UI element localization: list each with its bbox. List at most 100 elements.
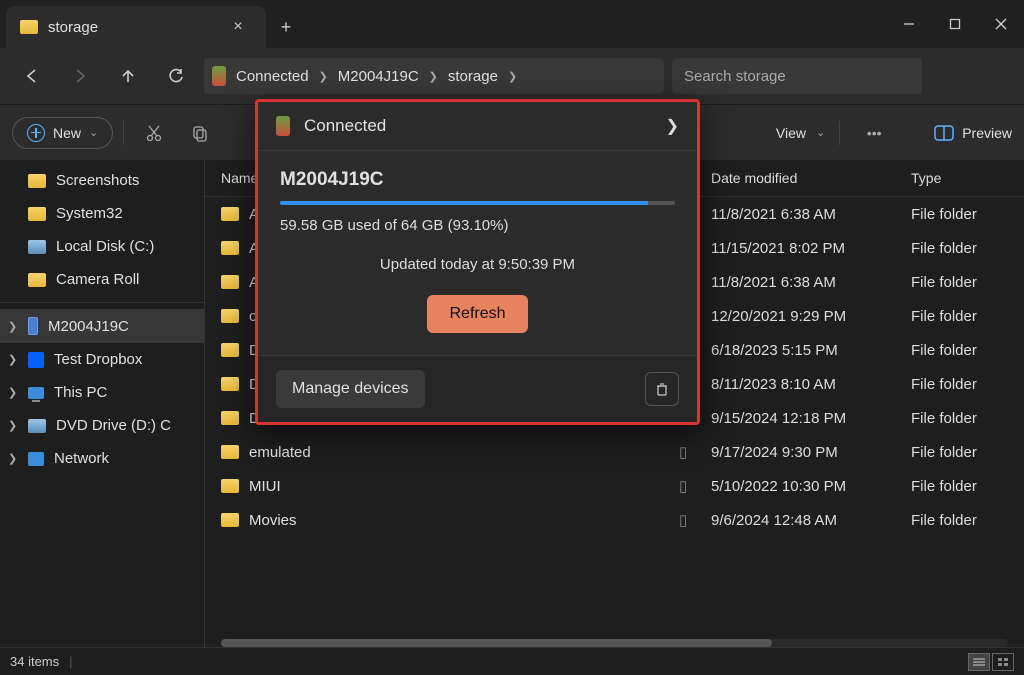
file-name: Movies [249, 512, 297, 529]
sidebar-item-label: System32 [56, 205, 123, 222]
column-date[interactable]: Date modified [711, 170, 911, 186]
file-type: File folder [911, 512, 1008, 529]
search-input[interactable]: Search storage [672, 58, 922, 94]
recycle-button[interactable] [645, 372, 679, 406]
maximize-button[interactable] [932, 0, 978, 48]
phone-icon [276, 116, 290, 136]
up-button[interactable] [108, 56, 148, 96]
chevron-right-icon: ❯ [666, 116, 679, 136]
forward-button[interactable] [60, 56, 100, 96]
file-type: File folder [911, 206, 1008, 223]
sidebar-item[interactable]: ❯Network [0, 442, 204, 475]
sidebar-item[interactable]: ❯This PC [0, 376, 204, 409]
sidebar-item[interactable]: Camera Roll [0, 263, 204, 296]
sidebar-item[interactable]: System32 [0, 197, 204, 230]
folder-icon [221, 411, 239, 425]
folder-icon [221, 241, 239, 255]
manage-devices-button[interactable]: Manage devices [276, 370, 425, 408]
new-button-label: New [53, 125, 81, 141]
new-button[interactable]: New ⌄ [12, 117, 113, 149]
file-date: 11/8/2021 6:38 AM [711, 206, 911, 223]
back-button[interactable] [12, 56, 52, 96]
folder-icon [28, 174, 46, 188]
plus-circle-icon [27, 124, 45, 142]
chevron-right-icon: ❯ [319, 70, 328, 83]
new-tab-button[interactable]: + [266, 6, 306, 48]
file-type: File folder [911, 376, 1008, 393]
phone-icon [28, 317, 38, 335]
search-placeholder: Search storage [684, 68, 786, 85]
breadcrumb-item[interactable]: storage [442, 68, 504, 85]
pc-icon [28, 387, 44, 399]
preview-button[interactable]: Preview [934, 125, 1012, 141]
file-date: 6/18/2023 5:15 PM [711, 342, 911, 359]
expand-icon[interactable]: ❯ [8, 353, 17, 366]
close-window-button[interactable] [978, 0, 1024, 48]
file-type: File folder [911, 274, 1008, 291]
window-tab[interactable]: storage × [6, 6, 266, 48]
sidebar-item[interactable]: ❯ M2004J19C [0, 309, 204, 343]
expand-icon[interactable]: ❯ [8, 386, 17, 399]
file-type: File folder [911, 444, 1008, 461]
cut-button[interactable] [134, 113, 174, 153]
file-date: 9/17/2024 9:30 PM [711, 444, 911, 461]
expand-icon[interactable]: ❯ [8, 419, 17, 432]
phone-badge-icon: ▯ [679, 511, 691, 529]
tab-title: storage [48, 19, 214, 36]
disk-icon [28, 419, 46, 433]
separator [0, 302, 204, 303]
more-button[interactable]: ••• [854, 113, 894, 153]
file-date: 9/6/2024 12:48 AM [711, 512, 911, 529]
folder-icon [20, 20, 38, 34]
popup-header[interactable]: Connected ❯ [258, 102, 697, 151]
sidebar-item[interactable]: Screenshots [0, 164, 204, 197]
copy-button[interactable] [180, 113, 220, 153]
horizontal-scrollbar[interactable] [221, 639, 1008, 647]
chevron-right-icon: ❯ [508, 70, 517, 83]
updated-text: Updated today at 9:50:39 PM [280, 256, 675, 273]
folder-icon [221, 275, 239, 289]
column-type[interactable]: Type [911, 170, 1008, 186]
sidebar-item[interactable]: ❯ DVD Drive (D:) C [0, 409, 204, 442]
storage-usage-text: 59.58 GB used of 64 GB (93.10%) [280, 217, 675, 234]
separator [123, 121, 124, 145]
folder-icon [28, 273, 46, 287]
storage-progress [280, 201, 675, 205]
minimize-button[interactable] [886, 0, 932, 48]
file-type: File folder [911, 410, 1008, 427]
close-tab-button[interactable]: × [224, 13, 252, 41]
sidebar-item-label: Screenshots [56, 172, 139, 189]
breadcrumb[interactable]: Connected ❯ M2004J19C ❯ storage ❯ [204, 58, 664, 94]
folder-icon [221, 207, 239, 221]
sidebar-item-label: M2004J19C [48, 318, 129, 335]
file-date: 11/8/2021 6:38 AM [711, 274, 911, 291]
file-type: File folder [911, 308, 1008, 325]
file-type: File folder [911, 478, 1008, 495]
refresh-nav-button[interactable] [156, 56, 196, 96]
expand-icon[interactable]: ❯ [8, 452, 17, 465]
preview-label: Preview [962, 125, 1012, 141]
sidebar-item[interactable]: ❯Test Dropbox [0, 343, 204, 376]
sidebar-item[interactable]: Local Disk (C:) [0, 230, 204, 263]
details-view-button[interactable] [968, 653, 990, 671]
refresh-button[interactable]: Refresh [427, 295, 527, 333]
sidebar-item-label: Local Disk (C:) [56, 238, 154, 255]
thumbnails-view-button[interactable] [992, 653, 1014, 671]
device-name: M2004J19C [280, 169, 675, 191]
breadcrumb-item[interactable]: Connected [230, 68, 315, 85]
expand-icon[interactable]: ❯ [8, 320, 17, 333]
dropbox-icon [28, 352, 44, 368]
disk-icon [28, 240, 46, 254]
table-row[interactable]: MIUI▯5/10/2022 10:30 PMFile folder [205, 469, 1024, 503]
breadcrumb-item[interactable]: M2004J19C [332, 68, 425, 85]
phone-badge-icon: ▯ [679, 443, 691, 461]
chevron-right-icon: ❯ [429, 70, 438, 83]
storage-progress-fill [280, 201, 648, 205]
scrollbar-thumb[interactable] [221, 639, 772, 647]
folder-icon [221, 479, 239, 493]
table-row[interactable]: emulated▯9/17/2024 9:30 PMFile folder [205, 435, 1024, 469]
view-button-label[interactable]: View [776, 125, 806, 141]
file-type: File folder [911, 342, 1008, 359]
sidebar-item-label: DVD Drive (D:) C [56, 417, 171, 434]
table-row[interactable]: Movies ▯ 9/6/2024 12:48 AMFile folder [205, 503, 1024, 537]
